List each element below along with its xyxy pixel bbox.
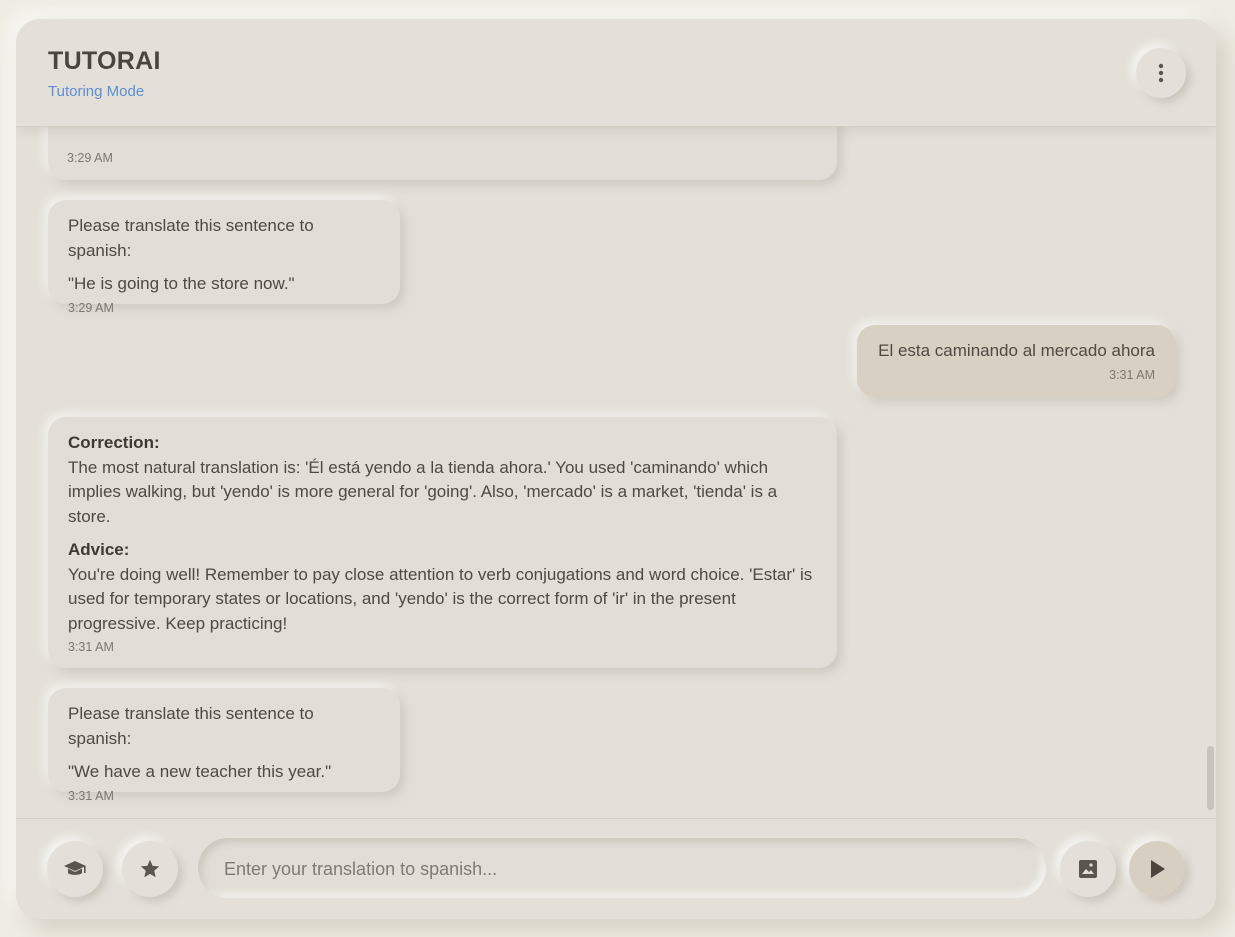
app-window: TUTORAI Tutoring Mode 3:29 AM Please tra… — [16, 19, 1216, 919]
message-timestamp: 3:31 AM — [1109, 367, 1155, 382]
tutor-message: Please translate this sentence to spanis… — [48, 200, 400, 315]
tutor-message: Please translate this sentence to spanis… — [48, 688, 400, 803]
header: TUTORAI Tutoring Mode — [16, 19, 1216, 127]
chat-messages[interactable]: 3:29 AM Please translate this sentence t… — [16, 126, 1216, 818]
feedback-message: Correction: The most natural translation… — [48, 417, 837, 668]
app-title: TUTORAI — [48, 47, 161, 75]
tutor-mode-button[interactable] — [47, 841, 103, 897]
advice-text: You're doing well! Remember to pay close… — [68, 564, 813, 633]
menu-button[interactable] — [1136, 48, 1186, 98]
image-upload-button[interactable] — [1060, 841, 1116, 897]
sentence-text: "We have a new teacher this year." — [68, 762, 332, 781]
message-timestamp: 3:31 AM — [68, 640, 114, 654]
star-icon — [139, 858, 161, 880]
image-icon — [1078, 859, 1098, 879]
user-message: El esta caminando al mercado ahora 3:31 … — [857, 325, 1175, 397]
prompt-text: Please translate this sentence to spanis… — [68, 704, 314, 748]
favorite-button[interactable] — [122, 841, 178, 897]
user-answer-text: El esta caminando al mercado ahora — [878, 341, 1155, 360]
translation-input[interactable] — [222, 838, 1026, 900]
sentence-text: "He is going to the store now." — [68, 274, 295, 293]
play-send-icon — [1148, 859, 1166, 879]
prompt-text: Please translate this sentence to spanis… — [68, 216, 314, 260]
more-vertical-icon — [1158, 63, 1164, 83]
message-timestamp: 3:31 AM — [68, 788, 114, 803]
advice-label: Advice: — [68, 540, 130, 559]
correction-label: Correction: — [68, 433, 160, 452]
tutor-message: 3:29 AM — [48, 126, 837, 180]
message-timestamp: 3:29 AM — [68, 300, 114, 315]
translation-input-wrapper — [198, 838, 1046, 900]
composer-bar — [16, 818, 1216, 919]
mode-subtitle: Tutoring Mode — [48, 83, 145, 100]
send-button[interactable] — [1129, 841, 1185, 897]
chat-scrollbar[interactable] — [1207, 746, 1214, 810]
correction-text: The most natural translation is: 'Él est… — [68, 457, 778, 526]
graduation-cap-icon — [63, 859, 87, 879]
message-timestamp: 3:29 AM — [67, 151, 113, 165]
